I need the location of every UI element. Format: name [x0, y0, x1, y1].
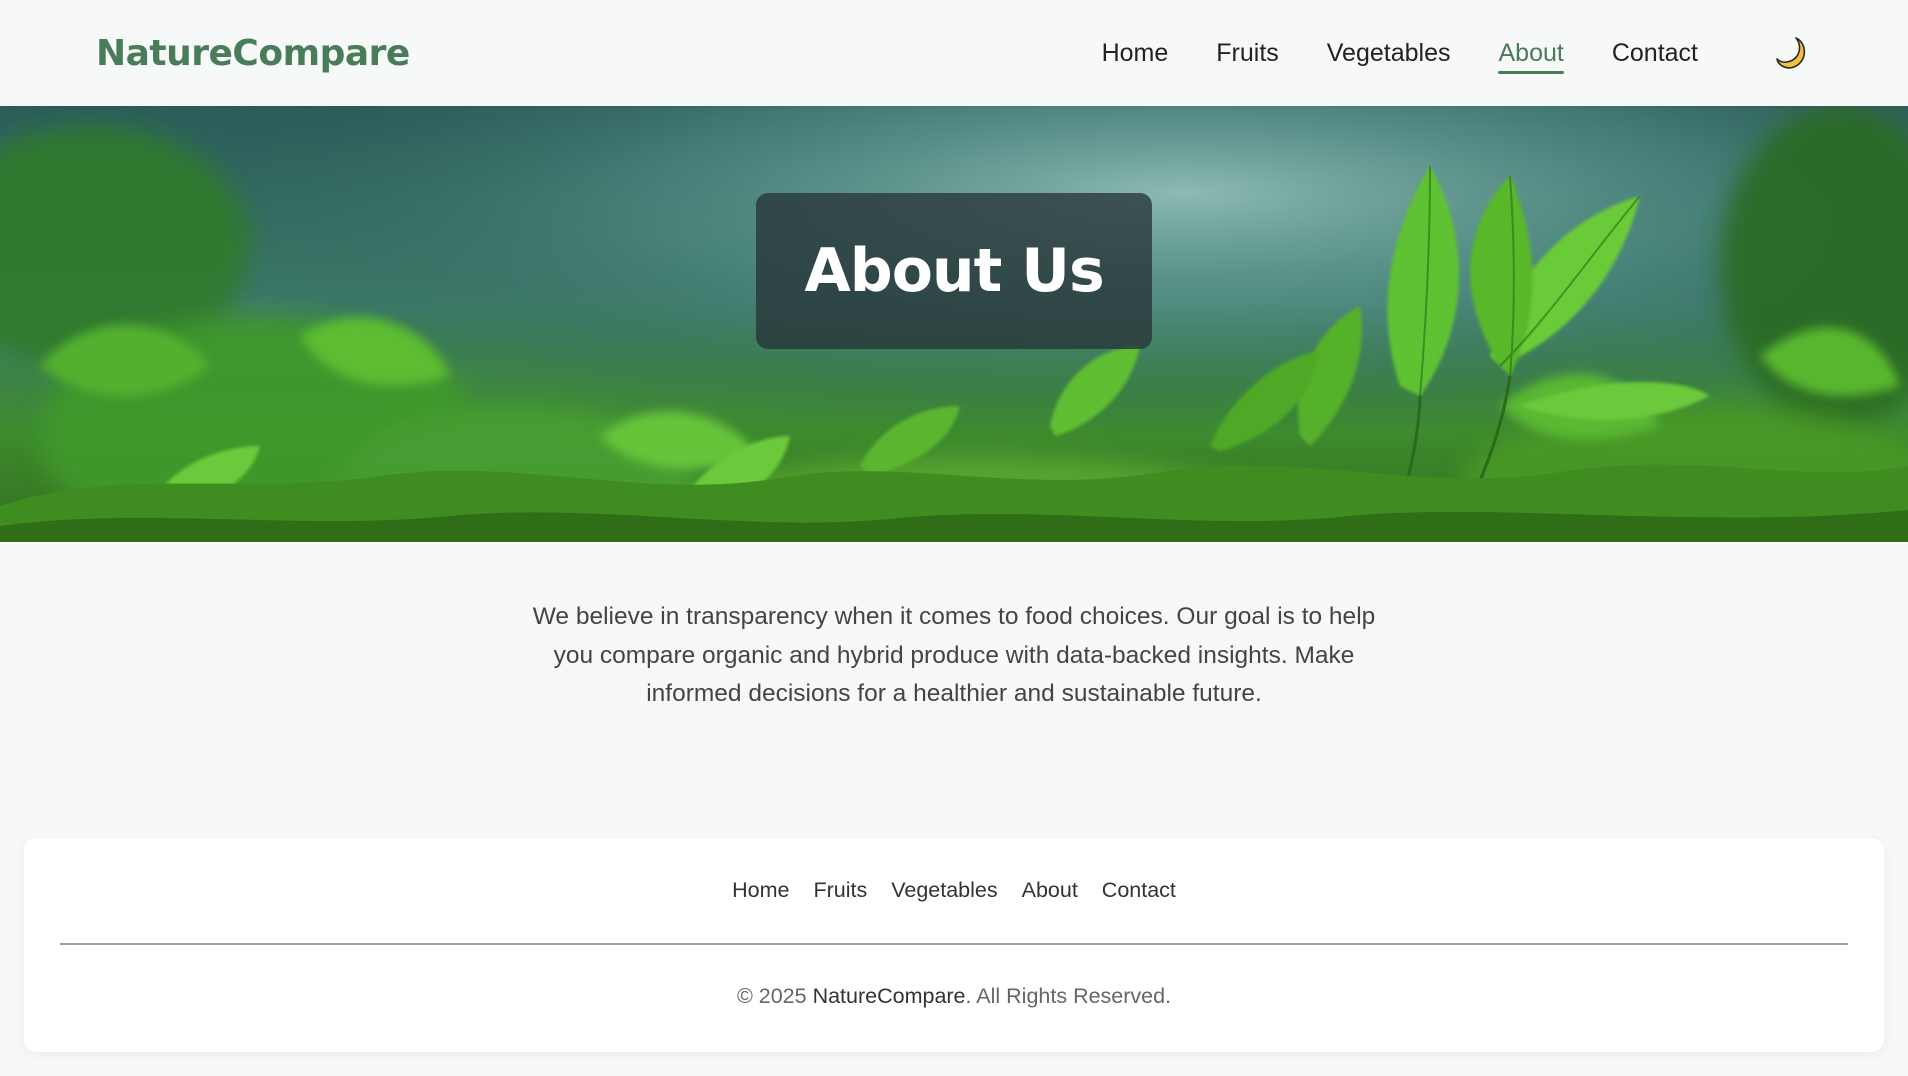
footer-link-contact[interactable]: Contact: [1102, 878, 1176, 903]
hero-title-card: About Us: [756, 193, 1152, 349]
nav-link-fruits[interactable]: Fruits: [1216, 39, 1279, 74]
site-footer: Home Fruits Vegetables About Contact © 2…: [24, 838, 1884, 1052]
page-title: About Us: [804, 236, 1104, 306]
nav-link-vegetables[interactable]: Vegetables: [1327, 39, 1451, 74]
footer-link-vegetables[interactable]: Vegetables: [891, 878, 997, 903]
copyright-suffix: . All Rights Reserved.: [965, 984, 1172, 1008]
copyright-text: © 2025 NatureCompare. All Rights Reserve…: [24, 984, 1884, 1009]
site-header: NatureCompare Home Fruits Vegetables Abo…: [0, 0, 1908, 106]
theme-toggle-button[interactable]: [1772, 33, 1812, 73]
copyright-prefix: © 2025: [736, 984, 813, 1008]
footer-nav: Home Fruits Vegetables About Contact: [24, 878, 1884, 903]
site-logo[interactable]: NatureCompare: [96, 33, 410, 74]
about-intro-text: We believe in transparency when it comes…: [532, 603, 1376, 707]
moon-icon: [1776, 37, 1806, 69]
main-nav: Home Fruits Vegetables About Contact: [1102, 36, 1698, 74]
header-actions: Home Fruits Vegetables About Contact: [1102, 33, 1812, 74]
nav-link-home[interactable]: Home: [1102, 39, 1169, 74]
nav-link-contact[interactable]: Contact: [1612, 39, 1698, 74]
footer-divider: [60, 943, 1848, 945]
copyright-brand: NatureCompare: [812, 984, 966, 1008]
nav-link-about[interactable]: About: [1498, 39, 1565, 74]
footer-link-home[interactable]: Home: [732, 878, 789, 903]
footer-link-about[interactable]: About: [1022, 878, 1078, 903]
hero-banner: About Us: [0, 106, 1908, 542]
footer-link-fruits[interactable]: Fruits: [813, 878, 867, 903]
